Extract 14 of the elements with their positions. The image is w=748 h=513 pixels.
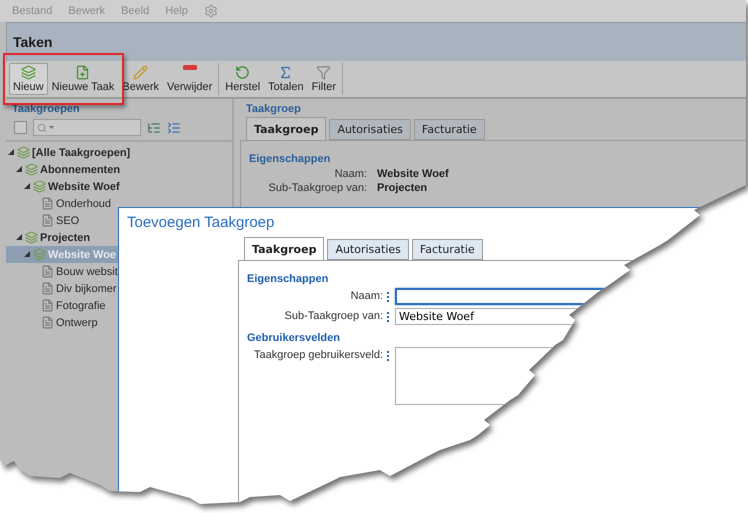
window-title: Taken xyxy=(13,34,52,50)
dialog-title: Toevoegen Taakgroep xyxy=(126,213,276,233)
panel-title: Taakgroep xyxy=(245,102,302,117)
field-label: Sub-Taakgroep van: xyxy=(268,182,367,194)
field-label: Taakgroep gebruikersveld: xyxy=(252,348,383,361)
section-heading: Eigenschappen xyxy=(249,153,332,165)
field-label: Naam: xyxy=(350,289,383,302)
section-heading: Eigenschappen xyxy=(247,273,330,285)
section-heading: Gebruikersvelden xyxy=(247,332,341,344)
field-label: Sub-Taakgroep van: xyxy=(284,309,383,322)
field-label: Naam: xyxy=(334,168,367,180)
field-value: Website Woef xyxy=(377,168,450,180)
panel-title: Taakgroepen xyxy=(11,102,81,117)
field-value: Projecten xyxy=(377,182,428,194)
